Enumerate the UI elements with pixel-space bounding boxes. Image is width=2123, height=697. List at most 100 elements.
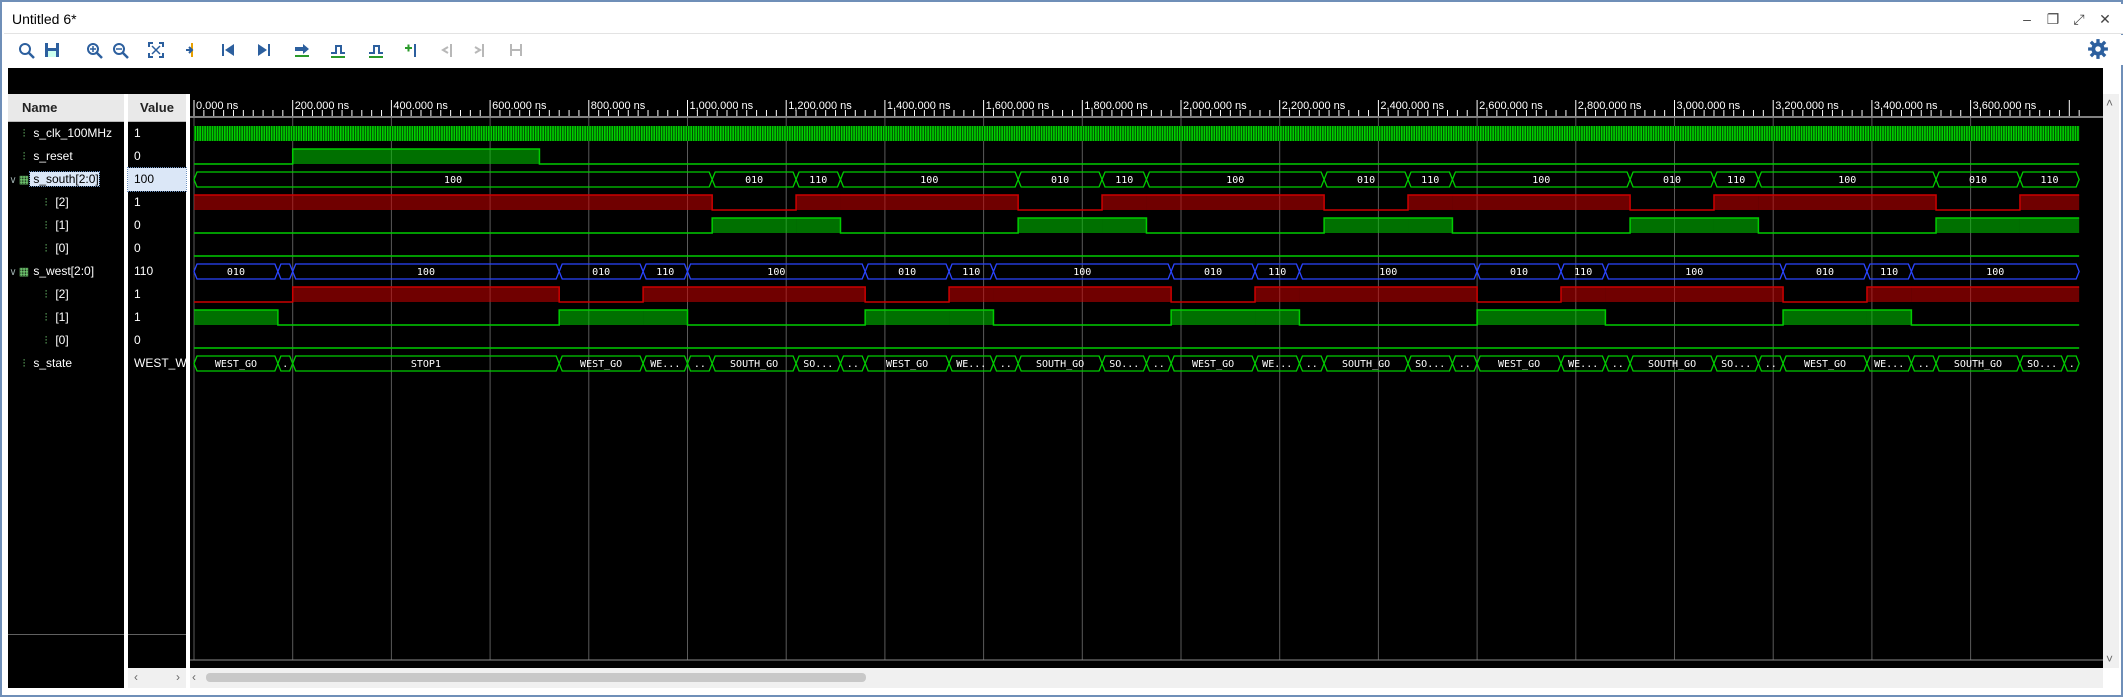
s-state-bus-label: WE... [956, 359, 986, 370]
time-tick-label: 1,600.000 ns [986, 100, 1050, 112]
s-south-bus-label: 010 [1357, 175, 1375, 186]
signal-row[interactable]: ⫶ [2] [8, 283, 124, 306]
value-scroll-right-icon[interactable]: › [176, 670, 180, 684]
signal-icon: ⫶ [22, 358, 26, 370]
s-west-bus-label: 100 [1379, 267, 1397, 278]
search-icon[interactable] [14, 38, 38, 62]
time-tick-label: 1,800.000 ns [1084, 100, 1148, 112]
scroll-left-icon[interactable]: ‹ [192, 670, 196, 684]
s-west-bus-label: 110 [1574, 267, 1592, 278]
signal-icon: ⫶ [44, 243, 48, 255]
s-west-bit1-wave-high-fill [194, 310, 278, 325]
name-column-header[interactable]: Name [8, 94, 124, 122]
scroll-down-icon[interactable]: ˅ [2106, 652, 2113, 666]
signal-name: s_west[2:0] [30, 264, 95, 278]
previous-marker-icon[interactable] [436, 38, 460, 62]
s-west-bit2-wave-high-fill [643, 287, 688, 302]
signal-row[interactable]: ⫶ [1] [8, 306, 124, 329]
s-west-bus-label: 100 [1073, 267, 1091, 278]
waveform-window: Untitled 6* – ❐ ⤢ ✕ Name ⫶ s_clk_100MHz ⫶… [0, 0, 2123, 697]
next-transition-icon[interactable] [364, 38, 388, 62]
signal-row[interactable]: ⫶ s_clk_100MHz [8, 122, 124, 145]
signal-row[interactable]: ∨ ▦ s_south[2:0] [8, 168, 124, 191]
scroll-thumb[interactable] [206, 673, 866, 682]
value-column-header[interactable]: Value [128, 94, 186, 122]
signal-row[interactable]: ⫶ [2] [8, 191, 124, 214]
gear-icon[interactable] [2087, 38, 2109, 60]
s-south-bit1-wave-high-fill [1018, 218, 1103, 233]
value-scrollbar[interactable]: ‹ › [128, 668, 186, 688]
s-west-bus-label: 010 [898, 267, 916, 278]
zoom-out-icon[interactable] [108, 38, 132, 62]
time-tick-label: 600.000 ns [492, 100, 547, 112]
s-west-bit1-wave-high-fill [865, 310, 950, 325]
s-west-bus-label: 110 [1880, 267, 1898, 278]
s-west-bus-label: 100 [417, 267, 435, 278]
goto-last-time-icon[interactable] [252, 38, 276, 62]
signal-value: 0 [134, 149, 141, 163]
s-south-bit1-wave-high-fill [1102, 218, 1147, 233]
s-south-bus-label: 010 [1051, 175, 1069, 186]
previous-transition-icon[interactable] [326, 38, 350, 62]
s-west-bit1-wave-high-fill [1477, 310, 1561, 325]
s-state-bus-label: .. [1306, 359, 1318, 370]
s-west-bus-label: 110 [1268, 267, 1286, 278]
s-state-bus-label: WEST_GO [580, 359, 622, 370]
vertical-scrollbar[interactable]: ˄ ˅ [2103, 94, 2119, 668]
scroll-up-icon[interactable]: ˄ [2106, 96, 2113, 110]
swap-cursors-icon[interactable] [290, 38, 314, 62]
zoom-in-icon[interactable] [82, 38, 106, 62]
maximize-button[interactable]: ⤢ [2069, 9, 2089, 29]
s-state-bus-label: .. [1918, 359, 1930, 370]
s-west-bit2-wave-high-fill [1605, 287, 1784, 302]
s-west-bit1-wave-high-fill [949, 310, 994, 325]
minimize-button[interactable]: – [2017, 9, 2037, 29]
s-south-bus-label: 110 [1115, 175, 1133, 186]
snap-icon[interactable] [504, 38, 528, 62]
s-west-bus-label: 100 [1986, 267, 2004, 278]
signal-name: [2] [52, 287, 69, 301]
s-south-bit1-wave-high-fill [796, 218, 841, 233]
time-tick-label: 400.000 ns [393, 100, 448, 112]
signal-row[interactable]: ⫶ [0] [8, 329, 124, 352]
s-west-bus-label: 010 [1816, 267, 1834, 278]
s-state-bus-label: WE... [1874, 359, 1904, 370]
s-state-bus-label: SOUTH_GO [1648, 359, 1696, 370]
s-state-bus-label: SO... [803, 359, 833, 370]
name-column: Name ⫶ s_clk_100MHz ⫶ s_reset ∨ ▦ s_south[2… [8, 94, 124, 688]
expand-chevron-icon[interactable]: ∨ [8, 261, 18, 283]
s-state-bus-label: STOP1 [411, 359, 441, 370]
s-west-bit2-wave-high-fill [1299, 287, 1478, 302]
waveform-area[interactable]: 0.000 ns 200.000 ns 400.000 ns 600.000 ns 80… [190, 94, 2103, 668]
signal-row[interactable]: ⫶ s_state [8, 352, 124, 375]
time-tick-label: 0.000 ns [196, 100, 239, 112]
horizontal-scrollbar[interactable]: ‹ [190, 668, 2103, 688]
close-button[interactable]: ✕ [2095, 9, 2115, 29]
value-scroll-left-icon[interactable]: ‹ [134, 670, 138, 684]
s-state-bus-label: WE... [1568, 359, 1598, 370]
signal-row[interactable]: ⫶ [1] [8, 214, 124, 237]
next-marker-icon[interactable] [468, 38, 492, 62]
s-west-bit1-wave-high-fill [643, 310, 688, 325]
s-south-bit1-wave-high-fill [1408, 218, 1453, 233]
zoom-fit-icon[interactable] [144, 38, 168, 62]
signal-row[interactable]: ⫶ s_reset [8, 145, 124, 168]
s-state-bus-label: .. [1000, 359, 1012, 370]
s-state-bus-label: SOUTH_GO [1954, 359, 2002, 370]
signal-icon: ⫶ [44, 289, 48, 301]
expand-chevron-icon[interactable]: ∨ [8, 169, 18, 191]
save-icon[interactable] [40, 38, 64, 62]
add-marker-icon[interactable] [400, 38, 424, 62]
signal-row[interactable]: ⫶ [0] [8, 237, 124, 260]
restore-button[interactable]: ❐ [2043, 9, 2063, 29]
time-tick-label: 3,000.000 ns [1677, 100, 1741, 112]
s-state-bus-label: SO... [1109, 359, 1139, 370]
signal-icon: ⫶ [44, 220, 48, 232]
signal-value: WEST_WAIT [134, 356, 186, 370]
signal-row[interactable]: ∨ ▦ s_west[2:0] [8, 260, 124, 283]
s-west-bus-label: 010 [1510, 267, 1528, 278]
goto-cursor-icon[interactable] [180, 38, 204, 62]
footer-divider [128, 634, 186, 635]
goto-time-zero-icon[interactable] [216, 38, 240, 62]
signal-name: [1] [52, 310, 69, 324]
